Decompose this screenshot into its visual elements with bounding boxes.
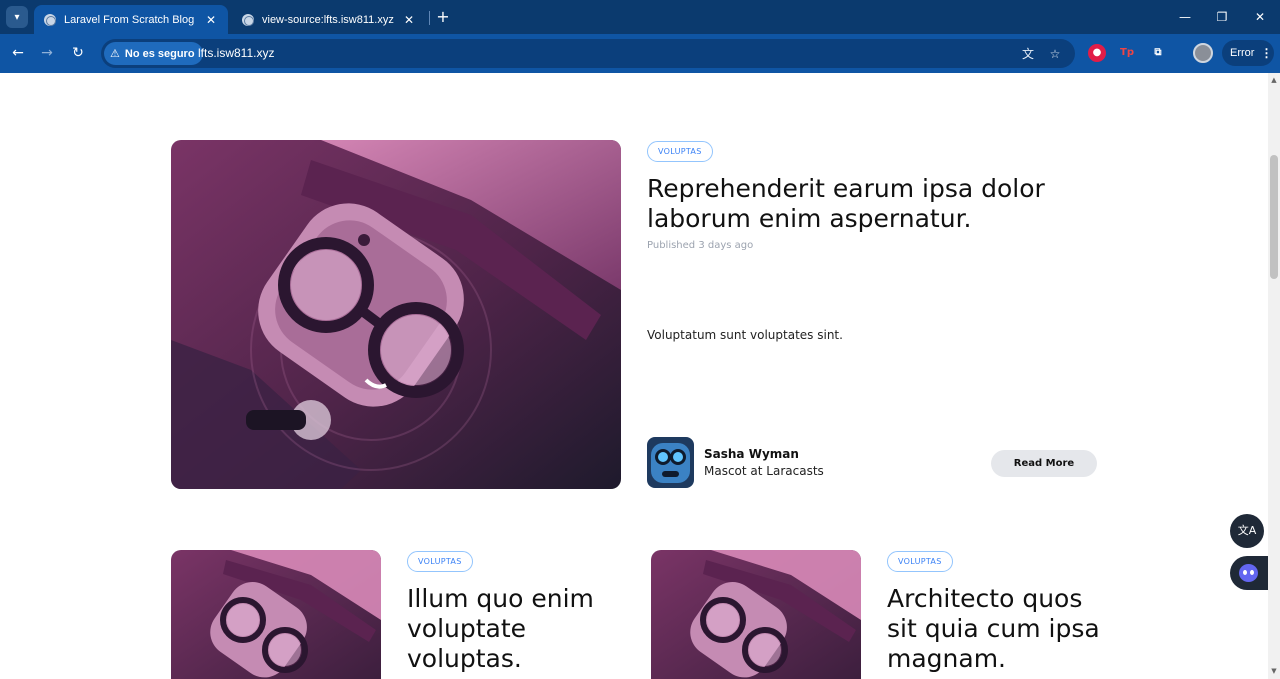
assistant-float-button[interactable] — [1230, 556, 1268, 590]
restore-icon[interactable]: ❐ — [1213, 8, 1231, 26]
globe-icon — [44, 13, 56, 26]
translate-float-button[interactable]: 文A — [1230, 514, 1264, 548]
featured-post-image[interactable] — [171, 140, 621, 489]
url-text[interactable]: lfts.isw811.xyz — [198, 46, 274, 60]
tab-view-source[interactable]: view-source:lfts.isw811.xyz ✕ — [232, 5, 426, 34]
post-card-image[interactable] — [651, 550, 861, 679]
chevron-down-icon: ▾ — [14, 11, 20, 23]
reload-icon[interactable]: ↻ — [68, 43, 88, 63]
bot-icon — [1239, 564, 1258, 582]
author-role: Mascot at Laracasts — [704, 464, 824, 478]
back-icon[interactable]: ← — [8, 43, 28, 63]
tab-strip: ▾ Laravel From Scratch Blog ✕ view-sourc… — [0, 0, 1280, 34]
tab-blog[interactable]: Laravel From Scratch Blog ✕ — [34, 5, 228, 34]
read-more-button[interactable]: Read More — [991, 450, 1097, 477]
author-name: Sasha Wyman — [704, 447, 799, 461]
avatar[interactable] — [1193, 43, 1213, 63]
scrollbar-thumb[interactable] — [1270, 155, 1278, 279]
close-icon[interactable]: ✕ — [402, 13, 416, 27]
tab-title: view-source:lfts.isw811.xyz — [262, 13, 394, 26]
author-avatar — [647, 437, 694, 488]
post-excerpt: Voluptatum sunt voluptates sint. — [647, 328, 843, 342]
extension-tp-icon[interactable]: Tp — [1118, 44, 1136, 62]
scroll-up-icon[interactable]: ▲ — [1270, 76, 1278, 84]
mascot-illustration — [651, 550, 861, 679]
category-badge[interactable]: VOLUPTAS — [407, 551, 473, 572]
published-date: Published 3 days ago — [647, 240, 754, 251]
tab-divider — [429, 11, 430, 25]
translate-icon: 文A — [1237, 524, 1257, 537]
close-icon[interactable]: ✕ — [204, 13, 218, 27]
tab-search-button[interactable]: ▾ — [6, 6, 28, 28]
post-title[interactable]: Illum quo enim voluptate voluptas. — [407, 584, 637, 674]
warning-icon: ⚠ — [110, 48, 120, 60]
category-badge[interactable]: VOLUPTAS — [887, 551, 953, 572]
window-close-icon[interactable]: ✕ — [1251, 8, 1269, 26]
puzzle-icon[interactable]: ⧉ — [1149, 44, 1167, 62]
security-label: No es seguro — [124, 47, 195, 60]
post-title[interactable]: Architecto quos sit quia cum ipsa magnam… — [887, 584, 1117, 674]
profile-status: Error — [1230, 47, 1255, 59]
mascot-illustration — [171, 550, 381, 679]
globe-icon — [242, 13, 254, 26]
address-bar[interactable]: ⚠ No es seguro lfts.isw811.xyz 文 ☆ — [101, 39, 1075, 68]
translate-icon[interactable]: 文 — [1019, 45, 1037, 63]
forward-icon[interactable]: → — [37, 43, 57, 63]
profile-error-button[interactable]: Error ⋮ — [1222, 40, 1274, 66]
page-content: VOLUPTAS Reprehenderit earum ipsa dolor … — [0, 73, 1268, 679]
mascot-illustration — [171, 140, 621, 489]
tab-title: Laravel From Scratch Blog — [64, 13, 195, 26]
minimize-icon[interactable]: — — [1176, 8, 1194, 26]
toolbar: ← → ↻ ⚠ No es seguro lfts.isw811.xyz 文 ☆… — [0, 34, 1280, 73]
post-card-image[interactable] — [171, 550, 381, 679]
page-scrollbar[interactable]: ▲ ▼ — [1268, 73, 1280, 679]
category-badge[interactable]: VOLUPTAS — [647, 141, 713, 162]
kebab-menu-icon[interactable]: ⋮ — [1260, 46, 1272, 60]
scroll-down-icon[interactable]: ▼ — [1270, 667, 1278, 675]
star-icon[interactable]: ☆ — [1046, 45, 1064, 63]
featured-post-title[interactable]: Reprehenderit earum ipsa dolor laborum e… — [647, 174, 1067, 234]
extension-red-icon[interactable]: ● — [1088, 44, 1106, 62]
robot-avatar-icon — [647, 437, 694, 488]
security-chip[interactable]: ⚠ No es seguro — [104, 42, 203, 65]
new-tab-button[interactable]: + — [434, 8, 452, 26]
